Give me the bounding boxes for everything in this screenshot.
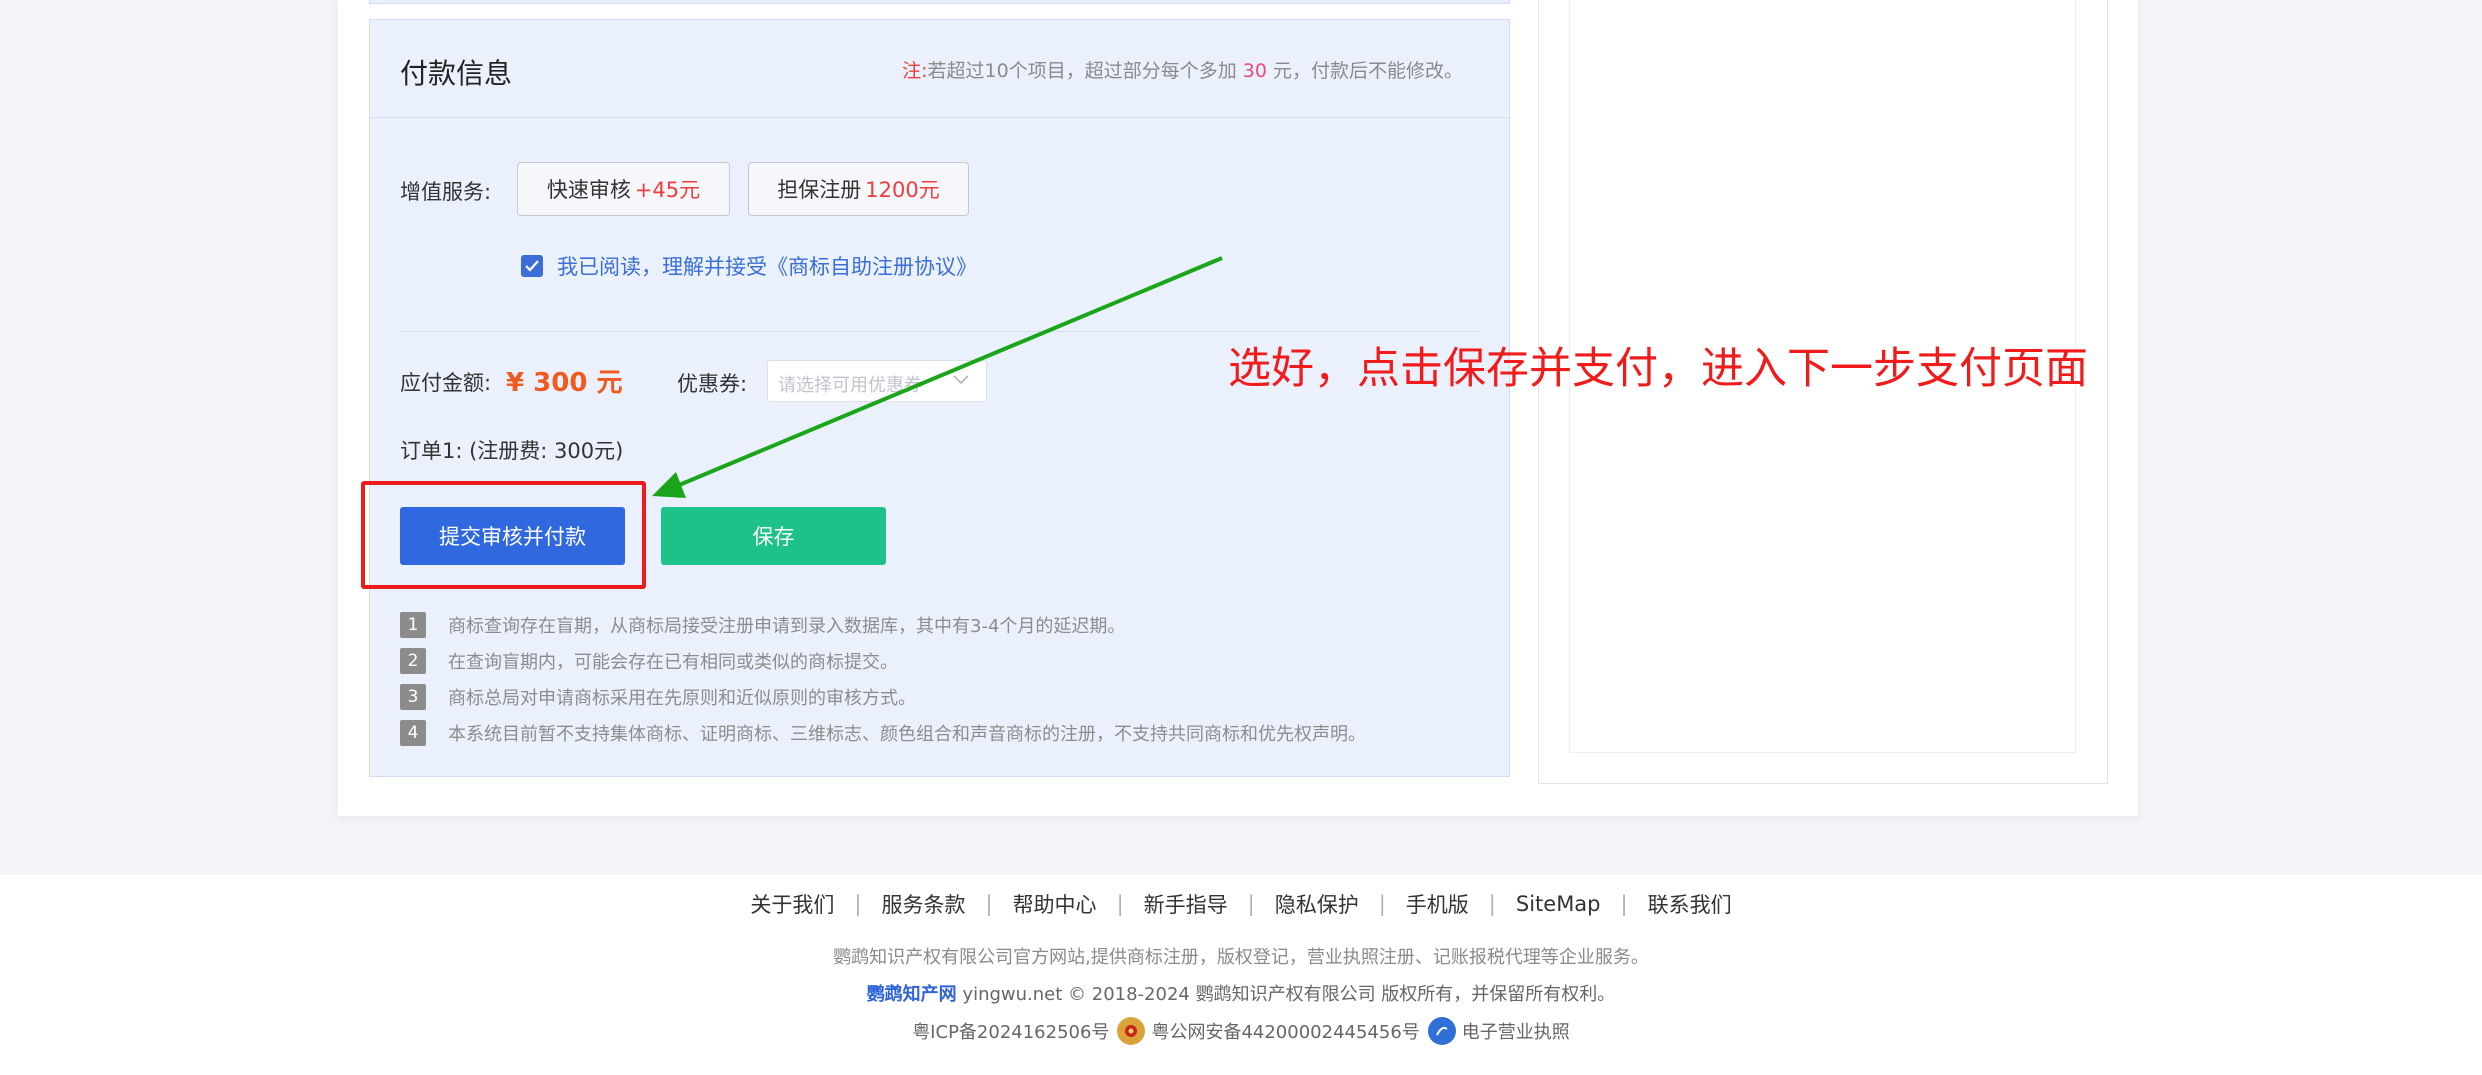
guarantee-register-button[interactable]: 担保注册 1200元 — [748, 162, 969, 216]
footer-links: 关于我们 | 服务条款 | 帮助中心 | 新手指导 | 隐私保护 | 手机版 | SiteM… — [0, 889, 2482, 919]
note-text: 在查询盲期内，可能会存在已有相同或类似的商标提交。 — [448, 652, 898, 673]
check-icon — [525, 260, 539, 272]
payment-title: 付款信息 — [400, 57, 513, 90]
coupon-select[interactable]: 请选择可用优惠券 — [767, 360, 987, 402]
amount-value: ¥ 300 元 — [506, 368, 623, 398]
footer-link-guide[interactable]: 新手指导 — [1144, 889, 1228, 919]
save-button[interactable]: 保存 — [661, 507, 886, 565]
annotation-text: 选好，点击保存并支付，进入下一步支付页面 — [1228, 344, 2088, 394]
guarantee-register-price: 1200元 — [865, 178, 940, 202]
footer-link-sitemap[interactable]: SiteMap — [1516, 892, 1601, 916]
note-text: 商标总局对申请商标采用在先原则和近似原则的审核方式。 — [448, 688, 916, 709]
agreement-checkbox[interactable] — [521, 255, 543, 277]
note-item: 2 在查询盲期内，可能会存在已有相同或类似的商标提交。 — [400, 643, 1366, 679]
footer-link-contact[interactable]: 联系我们 — [1648, 889, 1732, 919]
chevron-down-icon — [953, 375, 969, 385]
note-item: 1 商标查询存在盲期，从商标局接受注册申请到录入数据库，其中有3-4个月的延迟期。 — [400, 607, 1366, 643]
agreement-row: 我已阅读，理解并接受《商标自助注册协议》 — [521, 251, 977, 281]
note-number: 3 — [400, 684, 426, 710]
note-text: 本系统目前暂不支持集体商标、证明商标、三维标志、颜色组合和声音商标的注册，不支持… — [448, 724, 1366, 745]
notes-list: 1 商标查询存在盲期，从商标局接受注册申请到录入数据库，其中有3-4个月的延迟期。… — [400, 607, 1366, 751]
business-license-link[interactable]: 电子营业执照 — [1462, 1018, 1570, 1044]
note-amount: 30 — [1242, 60, 1267, 82]
police-badge-icon — [1117, 1017, 1146, 1045]
footer-link-terms[interactable]: 服务条款 — [881, 889, 965, 919]
highlight-box — [361, 481, 646, 589]
previous-section-edge — [369, 0, 1510, 4]
footer-brand-link[interactable]: 鹦鹉知产网 — [867, 984, 957, 1005]
note-prefix: 注: — [902, 60, 928, 82]
footer-copyright: 鹦鹉知产网 yingwu.net © 2018-2024 鹦鹉知识产权有限公司 … — [0, 980, 2482, 1006]
note-number: 2 — [400, 648, 426, 674]
footer-description: 鹦鹉知识产权有限公司官方网站,提供商标注册，版权登记，营业执照注册、记账报税代理… — [833, 947, 1649, 968]
footer-link-privacy[interactable]: 隐私保护 — [1275, 889, 1359, 919]
note-number: 4 — [400, 720, 426, 746]
footer-link-about[interactable]: 关于我们 — [750, 889, 834, 919]
note-text-a: 若超过10个项目，超过部分每个多加 — [927, 60, 1237, 82]
business-license-icon — [1427, 1017, 1456, 1045]
fast-review-price: +45元 — [634, 178, 701, 202]
order-line: 订单1: (注册费: 300元) — [400, 439, 624, 463]
note-number: 1 — [400, 612, 426, 638]
footer-link-mobile[interactable]: 手机版 — [1406, 889, 1469, 919]
amount-label: 应付金额: — [400, 371, 492, 395]
coupon-label: 优惠券: — [677, 372, 748, 396]
services-label: 增值服务: — [400, 180, 492, 204]
footer: 关于我们 | 服务条款 | 帮助中心 | 新手指导 | 隐私保护 | 手机版 | SiteM… — [0, 875, 2482, 1075]
note-text-b: 元，付款后不能修改。 — [1272, 60, 1463, 82]
guarantee-register-name: 担保注册 — [777, 178, 862, 202]
note-item: 3 商标总局对申请商标采用在先原则和近似原则的审核方式。 — [400, 679, 1366, 715]
agreement-link[interactable]: 我已阅读，理解并接受《商标自助注册协议》 — [557, 251, 977, 281]
footer-copyright-text: yingwu.net © 2018-2024 鹦鹉知识产权有限公司 版权所有，并… — [962, 984, 1616, 1005]
footer-link-help[interactable]: 帮助中心 — [1013, 889, 1097, 919]
divider — [400, 331, 1480, 332]
payment-panel: 付款信息 注:若超过10个项目，超过部分每个多加 30 元，付款后不能修改。 增… — [369, 19, 1510, 777]
payment-note: 注:若超过10个项目，超过部分每个多加 30 元，付款后不能修改。 — [902, 56, 1463, 83]
footer-licenses: 粤ICP备2024162506号 粤公网安备44200002445456号 电子… — [0, 1017, 2482, 1045]
payment-header: 付款信息 注:若超过10个项目，超过部分每个多加 30 元，付款后不能修改。 — [370, 20, 1509, 118]
fast-review-name: 快速审核 — [546, 178, 631, 202]
police-record-link[interactable]: 粤公网安备44200002445456号 — [1151, 1018, 1419, 1044]
fast-review-button[interactable]: 快速审核 +45元 — [517, 162, 730, 216]
icp-link[interactable]: 粤ICP备2024162506号 — [912, 1018, 1109, 1044]
note-item: 4 本系统目前暂不支持集体商标、证明商标、三维标志、颜色组合和声音商标的注册，不支… — [400, 715, 1366, 751]
note-text: 商标查询存在盲期，从商标局接受注册申请到录入数据库，其中有3-4个月的延迟期。 — [448, 616, 1126, 637]
coupon-placeholder: 请选择可用优惠券 — [778, 375, 922, 396]
